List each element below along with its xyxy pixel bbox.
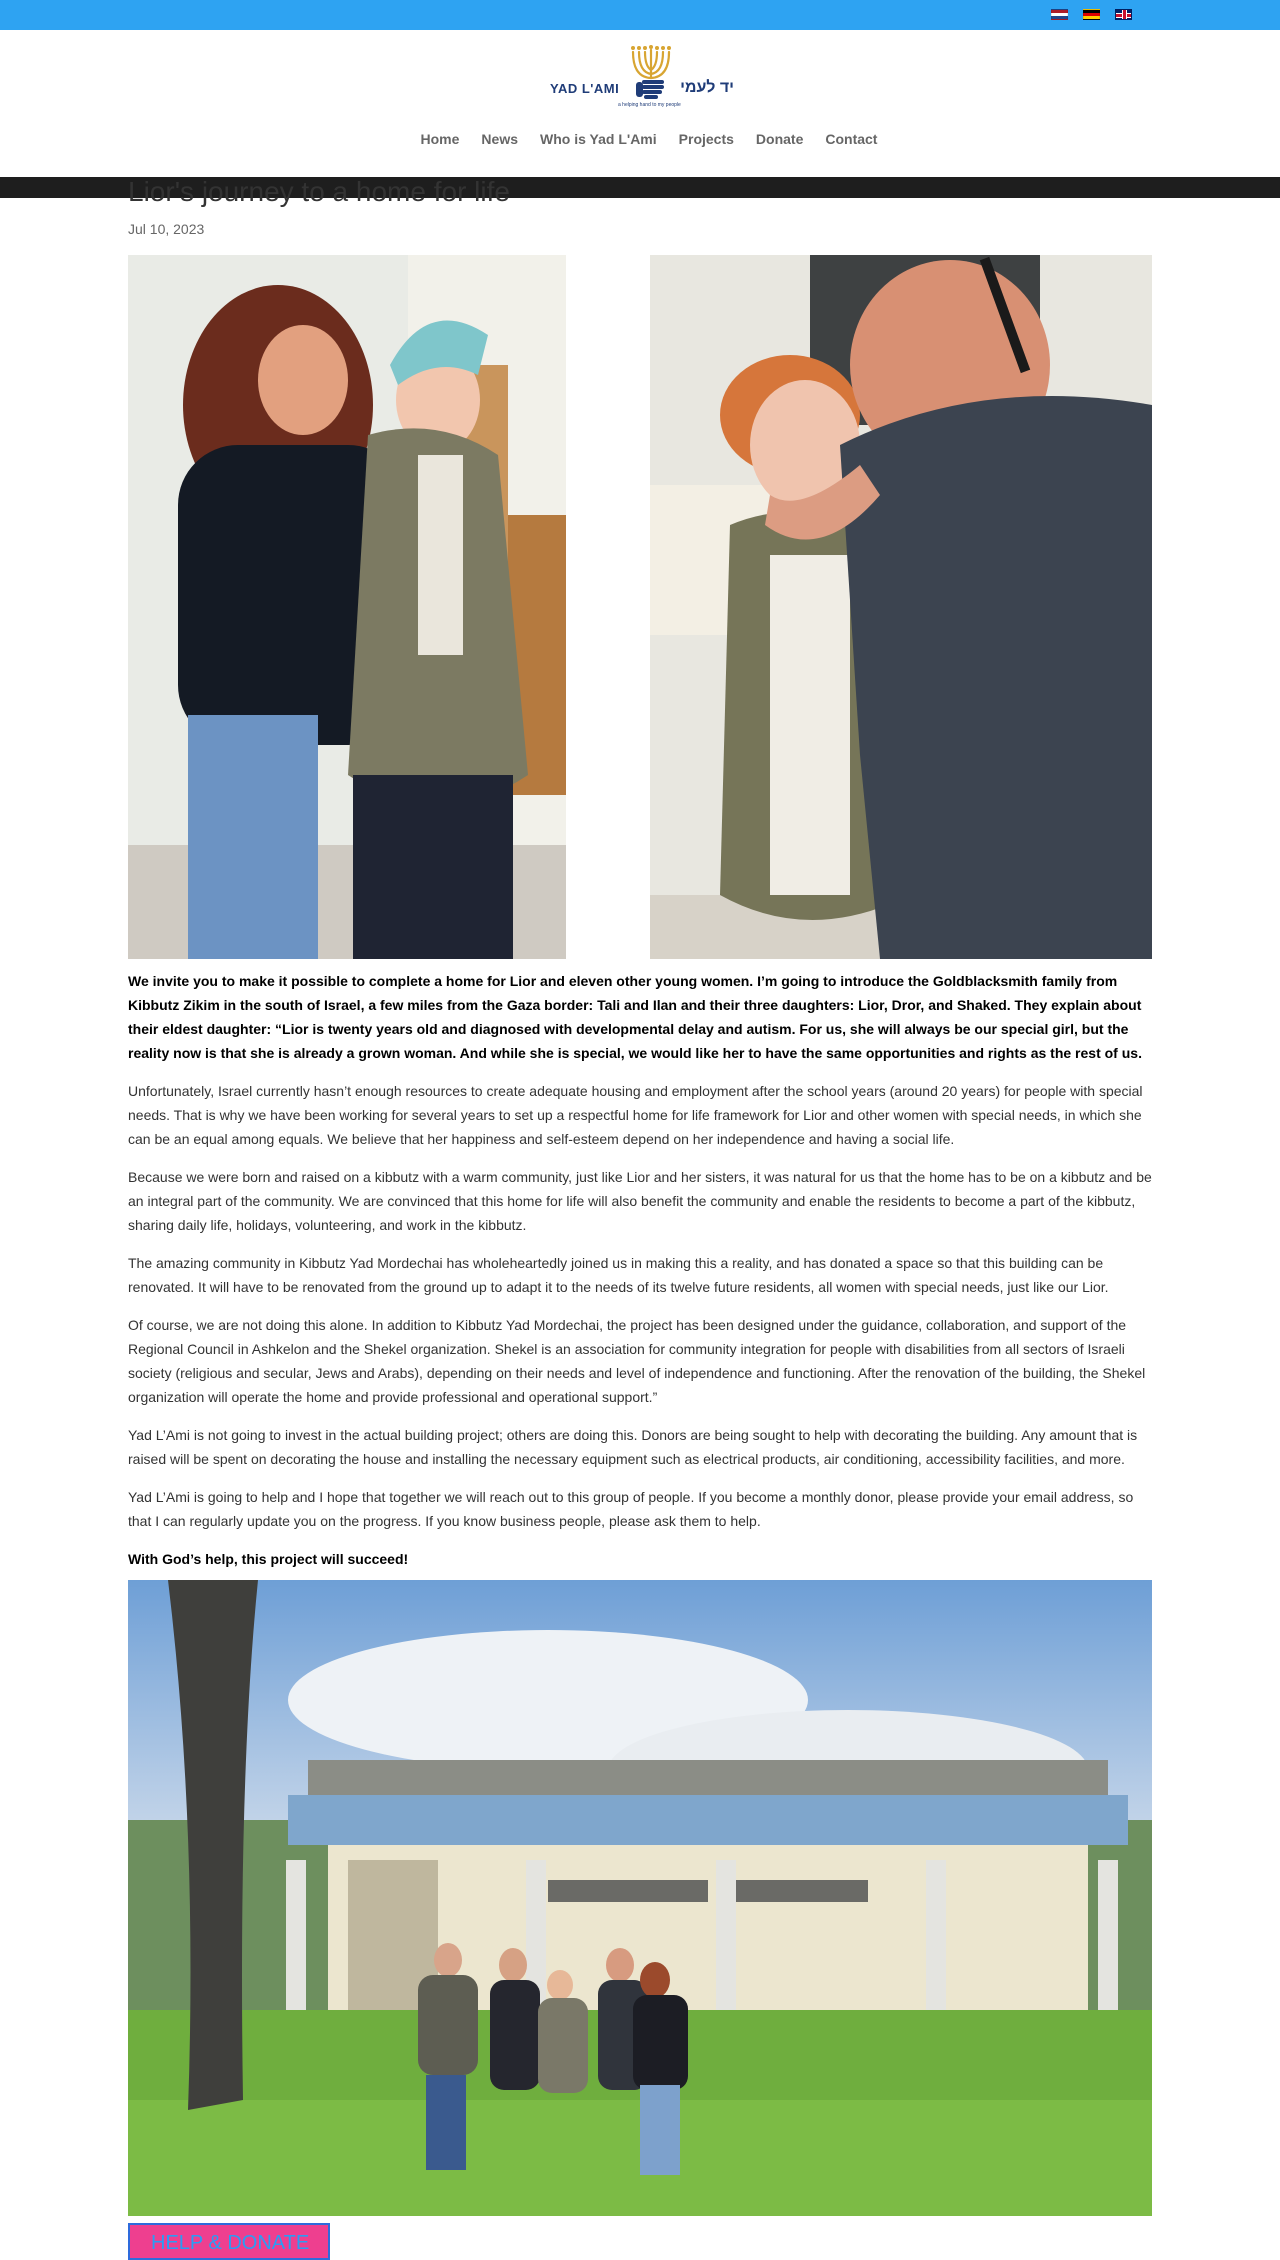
photo-mother-hugging-lior	[128, 255, 630, 959]
nav-item-news[interactable]: News	[481, 131, 518, 147]
post-title: Lior's journey to a home for life	[128, 176, 510, 207]
paragraph: We invite you to make it possible to com…	[128, 973, 1142, 1061]
logo-name-hebrew: יד לעמי	[680, 79, 734, 96]
language-switcher	[1051, 9, 1132, 20]
flag-netherlands-icon[interactable]	[1051, 9, 1068, 20]
photo-father-with-lior	[650, 255, 1152, 959]
menorah-hand-logo-icon	[631, 45, 671, 99]
nav-item-donate[interactable]: Donate	[756, 131, 803, 147]
site-logo[interactable]: YAD L'AMI יד לעמי a helping hand to my p…	[548, 44, 734, 112]
site-header: YAD L'AMI יד לעמי a helping hand to my p…	[0, 30, 1280, 177]
paragraph: Of course, we are not doing this alone. …	[128, 1317, 1146, 1405]
paragraph: Unfortunately, Israel currently hasn’t e…	[128, 1083, 1143, 1147]
top-bar	[0, 0, 1280, 30]
paragraph: Yad L’Ami is going to help and I hope th…	[128, 1489, 1134, 1529]
help-donate-button[interactable]: HELP & DONATE	[128, 2223, 330, 2260]
logo-name-english: YAD L'AMI	[550, 81, 620, 96]
paragraph: Yad L’Ami is not going to invest in the …	[128, 1427, 1138, 1467]
logo-tagline: a helping hand to my people	[618, 102, 681, 108]
paragraph: Because we were born and raised on a kib…	[128, 1169, 1152, 1233]
nav-item-contact[interactable]: Contact	[825, 131, 877, 147]
flag-uk-icon[interactable]	[1115, 9, 1132, 20]
paragraph: The amazing community in Kibbutz Yad Mor…	[128, 1255, 1109, 1295]
photo-family-in-front-of-building	[128, 1580, 1152, 2216]
flag-germany-icon[interactable]	[1083, 9, 1100, 20]
nav-item-projects[interactable]: Projects	[679, 131, 734, 147]
post-content: We invite you to make it possible to com…	[128, 969, 1152, 1585]
nav-item-home[interactable]: Home	[421, 131, 460, 147]
nav-item-who-is-yad-lami[interactable]: Who is Yad L'Ami	[540, 131, 657, 147]
post-date: Jul 10, 2023	[128, 221, 205, 237]
main-navigation: Home News Who is Yad L'Ami Projects Dona…	[0, 131, 1280, 147]
paragraph: With God’s help, this project will succe…	[128, 1551, 409, 1567]
